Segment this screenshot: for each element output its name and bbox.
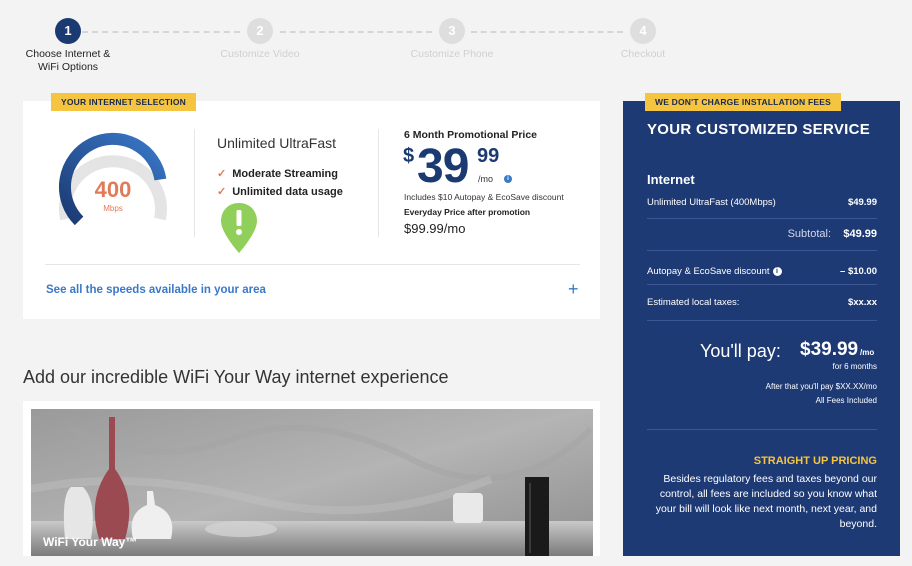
wifi-promo-card[interactable]: WiFi Your Way™	[23, 401, 600, 561]
step-2-number: 2	[247, 18, 273, 44]
price-per-month: /mo	[478, 174, 494, 184]
speed-gauge: 400 Mbps	[51, 131, 175, 231]
after-promo-price: After that you'll pay $XX.XX/mo	[765, 382, 877, 391]
step-1-number: 1	[55, 18, 81, 44]
feature-label: Moderate Streaming	[232, 168, 338, 180]
check-icon: ✓	[217, 186, 227, 198]
line-item-value: $49.99	[847, 197, 877, 208]
info-icon[interactable]: i	[772, 266, 782, 276]
subtotal-label: Subtotal:	[787, 228, 831, 240]
step-2[interactable]: 2 Customize Video	[200, 18, 320, 61]
everyday-price-label: Everyday Price after promotion	[404, 207, 531, 217]
all-fees-note: All Fees Included	[815, 396, 877, 405]
pay-period: for 6 months	[832, 362, 877, 371]
service-summary-panel: YOUR CUSTOMIZED SERVICE Internet Unlimit…	[623, 101, 900, 561]
summary-tag: WE DON'T CHARGE INSTALLATION FEES	[645, 93, 841, 111]
divider	[647, 218, 877, 219]
plan-name: Unlimited UltraFast	[217, 135, 337, 151]
taxes-value: $xx.xx	[847, 297, 877, 308]
feature-item: ✓ Unlimited data usage	[217, 185, 343, 198]
internet-selection-card: 400 Mbps Unlimited UltraFast ✓ Moderate S…	[23, 101, 600, 319]
divider	[647, 250, 877, 251]
divider	[647, 284, 877, 285]
step-1[interactable]: 1 Choose Internet & WiFi Options	[8, 18, 128, 74]
divider	[45, 264, 580, 265]
pay-amount: $39.99	[800, 339, 859, 360]
step-1-label: Choose Internet & WiFi Options	[25, 48, 111, 73]
feature-item: ✓ Moderate Streaming	[217, 167, 338, 180]
checkout-stepper: 1 Choose Internet & WiFi Options 2 Custo…	[0, 0, 912, 90]
divider	[194, 129, 195, 237]
summary-section-internet: Internet	[647, 172, 695, 187]
feature-label: Unlimited data usage	[232, 186, 343, 198]
everyday-price: $99.99/mo	[404, 221, 466, 236]
price-cents: 99	[477, 145, 500, 167]
gauge-speed-unit: Mbps	[103, 204, 123, 213]
step-4[interactable]: 4 Checkout	[583, 18, 703, 61]
straight-up-pricing-body: Besides regulatory fees and taxes beyond…	[655, 473, 877, 530]
page-bottom-edge	[0, 556, 912, 566]
step-3-label: Customize Phone	[410, 48, 494, 60]
selection-tag: YOUR INTERNET SELECTION	[51, 93, 197, 111]
price-currency: $	[403, 145, 415, 167]
discount-label-wrap: Autopay & EcoSave discount i	[647, 266, 782, 277]
wifi-promo-image: WiFi Your Way™	[31, 409, 593, 561]
divider	[647, 320, 877, 321]
taxes-label: Estimated local taxes:	[647, 297, 740, 308]
see-all-speeds-link[interactable]: See all the speeds available in your are…	[46, 284, 266, 296]
divider	[647, 429, 877, 430]
step-4-number: 4	[630, 18, 656, 44]
discount-label: Autopay & EcoSave discount	[647, 266, 770, 277]
summary-title: YOUR CUSTOMIZED SERVICE	[647, 121, 871, 138]
pay-label: You'll pay:	[700, 341, 781, 361]
straight-up-pricing-title: STRAIGHT UP PRICING	[753, 455, 877, 467]
discount-value: – $10.00	[840, 266, 877, 277]
wifi-heading: Add our incredible WiFi Your Way interne…	[23, 367, 449, 387]
info-icon[interactable]: i	[504, 175, 512, 183]
step-3[interactable]: 3 Customize Phone	[392, 18, 512, 61]
plus-icon[interactable]: +	[568, 279, 579, 300]
wifi-caption: WiFi Your Way™	[43, 535, 138, 549]
gauge-speed-value: 400	[94, 177, 132, 202]
step-3-number: 3	[439, 18, 465, 44]
map-pin-icon[interactable]	[219, 201, 259, 255]
step-2-label: Customize Video	[220, 48, 300, 60]
promo-note: Includes $10 Autopay & EcoSave discount	[404, 192, 564, 202]
line-item-label: Unlimited UltraFast (400Mbps)	[647, 197, 776, 208]
step-4-label: Checkout	[620, 48, 666, 60]
check-icon: ✓	[217, 168, 227, 180]
subtotal-value: $49.99	[843, 228, 877, 240]
divider	[378, 129, 379, 237]
pay-per-month: /mo	[860, 348, 875, 357]
price-dollars: 39	[417, 140, 469, 193]
